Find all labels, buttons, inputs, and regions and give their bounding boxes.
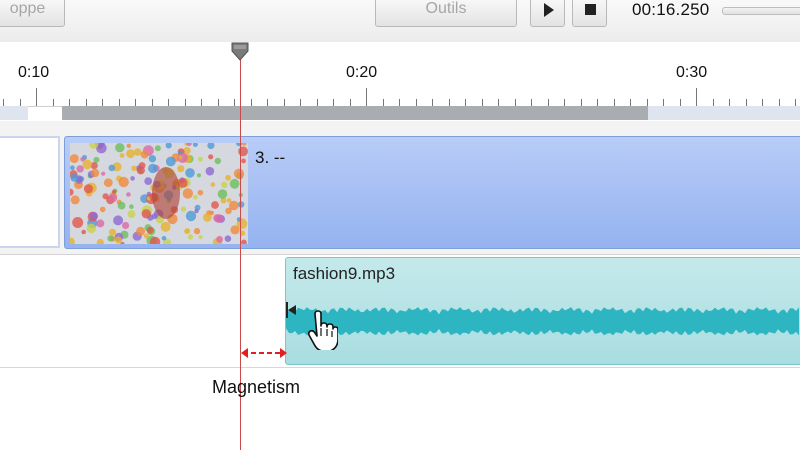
ruler-tick [333,99,334,106]
ruler-tick [118,99,120,106]
ruler-tick [3,99,4,106]
ruler-tick [300,99,301,106]
timeline-range-bar[interactable] [62,106,648,120]
ruler-label-0-10: 0:10 [18,64,50,81]
stop-icon [585,4,596,15]
ruler-tick [448,99,450,106]
ruler-tick [283,99,285,106]
ruler-major-tick [696,88,697,106]
time-display: 00:16.250 [632,0,710,19]
ruler-tick [465,99,466,106]
ruler-tick [217,99,219,106]
envelope-button[interactable]: oppe [0,0,65,27]
magnetism-arrow [241,348,287,358]
ruler-tick [481,99,483,106]
ruler-major-tick [366,88,367,106]
ruler-tick [316,99,318,106]
ruler-label-0-20: 0:20 [346,64,378,81]
ruler-tick [432,99,433,106]
ruler-tick [712,99,714,106]
ruler-tick [168,99,169,106]
ruler-tick [729,99,730,106]
ruler-tick [234,99,235,106]
ruler-tick [102,99,103,106]
stop-button[interactable] [572,0,607,27]
ruler-tick [69,99,70,106]
ruler-range-start [0,106,28,120]
audio-waveform [286,307,799,336]
ruler-tick [399,99,400,106]
timeline-ruler[interactable]: 0:10 0:20 0:30 [0,42,800,107]
video-thumbnail [70,143,248,244]
ruler-tick [151,99,153,106]
ruler-tick [201,99,202,106]
video-clip-title: 3. -- [255,148,286,167]
playhead-icon[interactable] [230,42,250,62]
ruler-tick [19,99,21,106]
ruler-tick [547,99,549,106]
ruler-tick [349,99,351,106]
tools-button[interactable]: Outils [375,0,517,27]
ruler-tick [267,99,268,106]
ruler-tick [382,99,384,106]
ruler-major-tick [36,88,37,106]
ruler-tick [679,99,681,106]
ruler-tick [135,99,136,106]
ruler-tick [762,99,763,106]
ruler-tick [646,99,648,106]
play-icon [544,3,554,17]
audio-clip-title: fashion9.mp3 [293,264,396,283]
ruler-tick [580,99,582,106]
ruler-tick [250,99,252,106]
volume-slider[interactable] [722,7,800,15]
previous-video-clip[interactable] [0,136,60,248]
ruler-tick [514,99,516,106]
ruler-tick [630,99,631,106]
hand-cursor-icon [307,310,338,350]
ruler-tick [184,99,186,106]
ruler-tick [564,99,565,106]
ruler-tick [745,99,747,106]
ruler-tick [597,99,598,106]
ruler-tick [795,99,796,106]
ruler-tick [85,99,87,106]
ruler-tick [778,99,780,106]
ruler-tick [415,99,417,106]
toolbar: oppe Outils 00:16.250 [0,0,800,43]
ruler-tick [531,99,532,106]
timeline-range-tail [648,106,800,120]
play-button[interactable] [530,0,565,27]
ruler-tick [663,99,664,106]
magnetism-label: Magnetism [212,377,301,397]
trim-arrow-icon[interactable] [285,302,299,318]
ruler-tick [498,99,499,106]
ruler-tick [613,99,615,106]
ruler-tick [52,99,54,106]
ruler-label-0-30: 0:30 [676,64,708,81]
